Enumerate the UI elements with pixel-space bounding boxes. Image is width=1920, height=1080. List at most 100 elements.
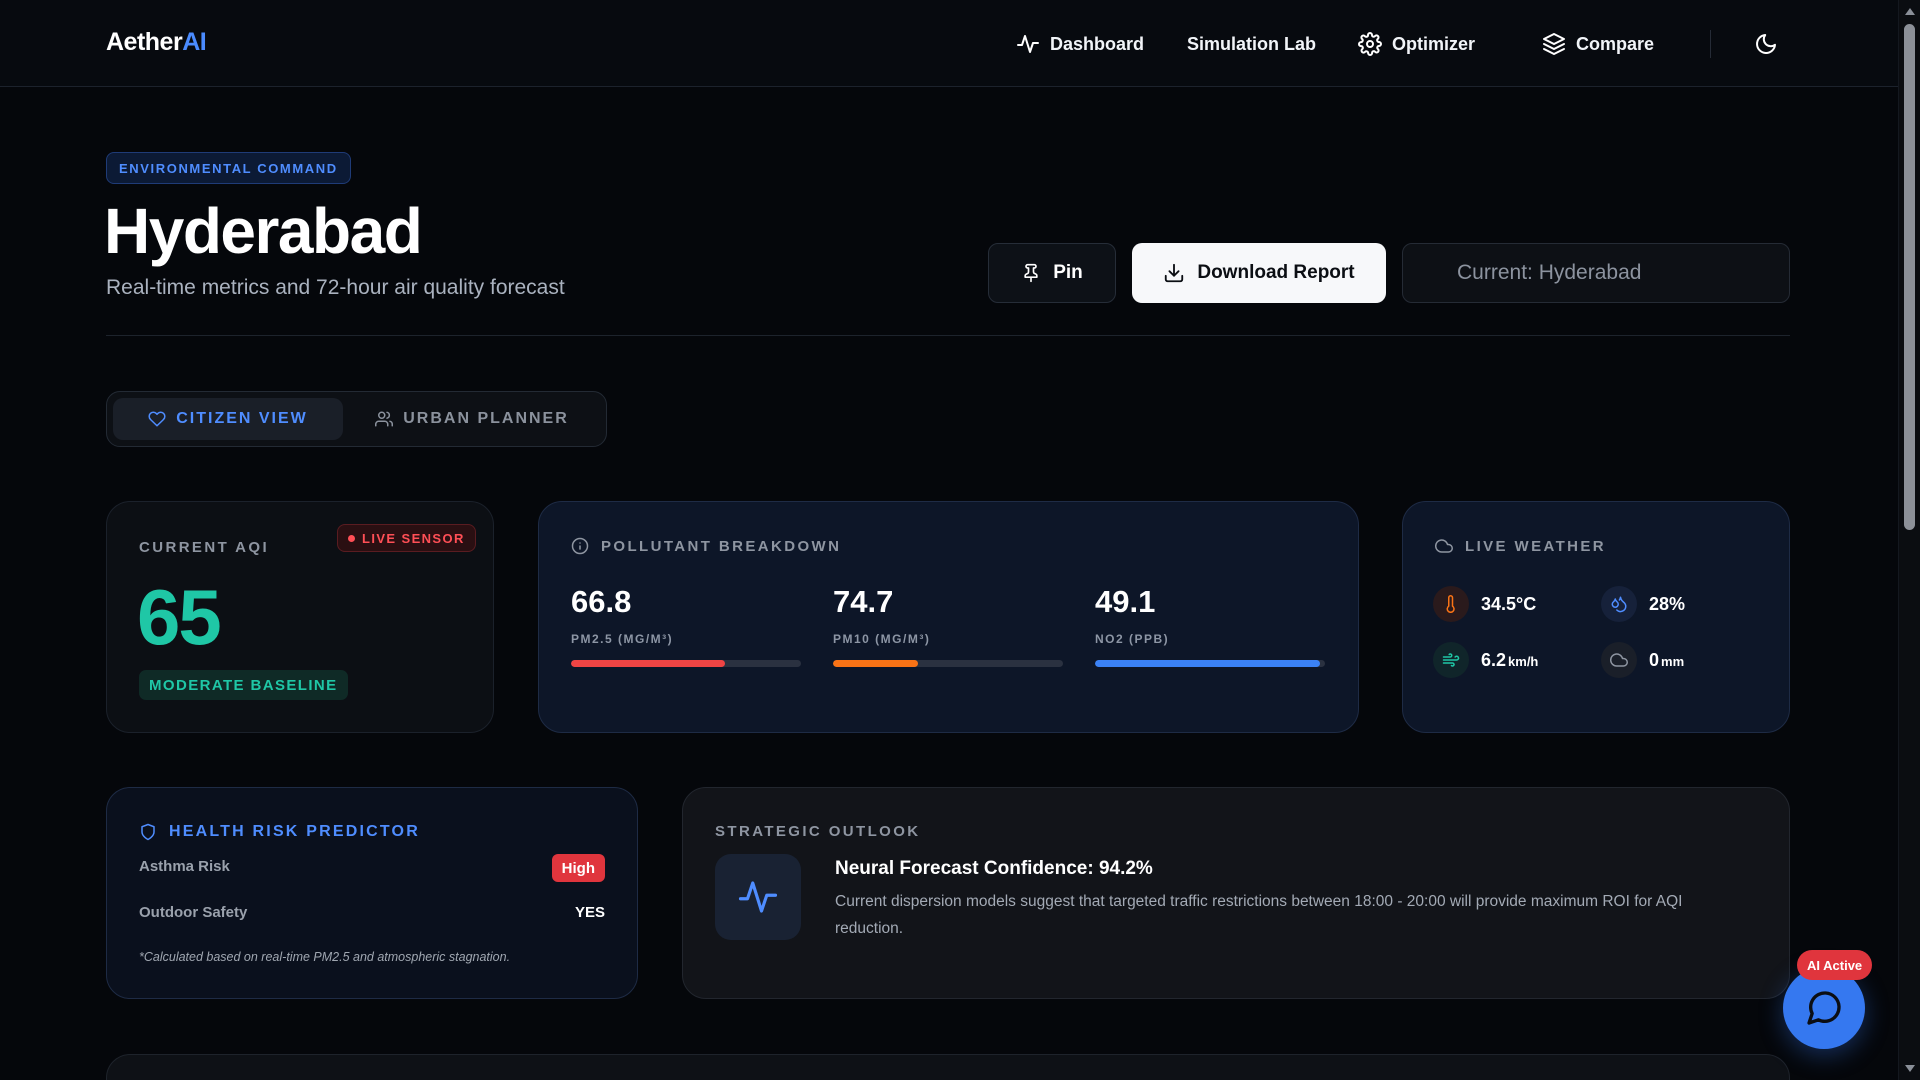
pm10-value: 74.7 [833,584,894,619]
pm25-unit: PM2.5 (MG/M³) [571,632,674,646]
tab-urban-planner[interactable]: URBAN PLANNER [357,398,587,440]
shield-icon [141,823,155,841]
scroll-up-arrow[interactable] [1905,8,1915,15]
live-dot-icon [348,534,355,542]
wind-unit: km/h [1508,653,1539,669]
nav-optimizer[interactable]: Optimizer [1358,30,1475,58]
no2-bar-fill [1095,660,1321,667]
pm25-value: 66.8 [571,584,632,619]
users-icon [375,411,394,427]
top-nav: AetherAI Dashboard Simulation Lab Optimi… [0,0,1898,87]
nav-simulation-label: Simulation Lab [1187,33,1317,54]
asthma-risk-label: Asthma Risk [139,858,230,875]
pin-label: Pin [1053,262,1083,283]
aqi-status-badge: MODERATE BASELINE [139,670,348,700]
info-icon [571,537,589,555]
weather-label: LIVE WEATHER [1465,537,1607,555]
nav-divider [1710,30,1711,58]
nav-optimizer-label: Optimizer [1392,33,1476,54]
logo-text: Aether [106,28,183,56]
nav-dashboard[interactable]: Dashboard [1016,30,1144,58]
live-sensor-label: LIVE SENSOR [362,530,465,546]
pollutant-breakdown-card: POLLUTANT BREAKDOWN 66.8 PM2.5 (MG/M³) 7… [538,501,1359,733]
pollutant-pm10: 74.7 PM10 (MG/M³) [833,584,1063,667]
download-icon [1165,263,1184,283]
thermometer-icon [1433,586,1469,622]
health-risk-card: HEALTH RISK PREDICTOR Asthma Risk High O… [106,787,638,999]
no2-unit: NO2 (PPB) [1095,632,1170,646]
aqi-value: 65 [137,573,222,661]
activity-icon [1017,35,1039,53]
tab-citizen-label: CITIZEN VIEW [176,410,308,427]
health-title: HEALTH RISK PREDICTOR [169,823,420,840]
weather-rain: 0 mm [1601,642,1684,678]
pm10-bar [833,660,1063,667]
view-toggle: CITIZEN VIEW URBAN PLANNER [106,391,607,447]
weather-humidity: 28% [1601,586,1685,622]
rain-unit: mm [1661,653,1685,669]
temperature-value: 34.5°C [1481,593,1537,614]
pollutant-no2: 49.1 NO2 (PPB) [1095,584,1325,667]
next-section-card [106,1054,1790,1080]
scroll-thumb[interactable] [1904,24,1915,530]
wind-value: 6.2 [1481,649,1507,670]
page-scrollbar[interactable] [1898,0,1920,1080]
page-title: Hyderabad [104,195,423,267]
pin-button[interactable]: Pin [988,243,1116,303]
section-badge: ENVIRONMENTAL COMMAND [106,152,351,184]
theme-toggle-button[interactable] [1752,30,1780,58]
pm25-bar-fill [571,660,726,667]
aqi-card: CURRENT AQI LIVE SENSOR 65 MODERATE BASE… [106,501,494,733]
no2-value: 49.1 [1095,584,1156,619]
pollutant-pm25: 66.8 PM2.5 (MG/M³) [571,584,801,667]
rain-value: 0 [1649,649,1660,670]
logo-accent: AI [182,28,207,56]
layers-icon [1543,33,1565,55]
droplets-icon [1601,586,1637,622]
pollutant-label: POLLUTANT BREAKDOWN [601,537,842,555]
download-report-button[interactable]: Download Report [1132,243,1386,303]
moon-icon [1756,34,1776,54]
outdoor-safety-value: YES [574,904,605,921]
health-footnote: *Calculated based on real-time PM2.5 and… [139,950,511,964]
download-label: Download Report [1197,262,1355,283]
weather-temperature: 34.5°C [1433,586,1536,622]
heart-icon [148,411,166,427]
pollutant-header: POLLUTANT BREAKDOWN [571,537,841,555]
pm10-bar-fill [833,660,919,667]
header-divider [106,335,1790,336]
app-logo[interactable]: AetherAI [106,28,207,57]
page-subtitle: Real-time metrics and 72-hour air qualit… [106,276,565,299]
nav-compare-label: Compare [1576,33,1655,54]
live-sensor-badge: LIVE SENSOR [337,524,476,552]
no2-bar [1095,660,1325,667]
pulse-icon [715,854,801,940]
live-weather-card: LIVE WEATHER 34.5°C 28% 6.2 km/h 0 mm [1402,501,1790,733]
cloud-rain-icon [1601,642,1637,678]
health-header: HEALTH RISK PREDICTOR [139,823,420,841]
aqi-label: CURRENT AQI [139,539,270,556]
gear-icon [1358,32,1382,56]
asthma-risk-badge: High [551,854,605,882]
nav-dashboard-label: Dashboard [1050,33,1145,54]
humidity-value: 28% [1649,593,1686,614]
nav-simulation-lab[interactable]: Simulation Lab [1187,30,1316,58]
nav-compare[interactable]: Compare [1542,30,1654,58]
pm25-bar [571,660,801,667]
pm10-unit: PM10 (MG/M³) [833,632,931,646]
city-search-input[interactable] [1402,243,1790,303]
outdoor-safety-label: Outdoor Safety [139,904,248,921]
message-circle-icon [1807,991,1841,1025]
cloud-icon [1435,539,1453,553]
outlook-text: Current dispersion models suggest that t… [835,893,1683,937]
wind-icon [1433,642,1469,678]
ai-active-badge: AI Active [1797,950,1873,980]
weather-header: LIVE WEATHER [1435,537,1606,555]
tab-citizen-view[interactable]: CITIZEN VIEW [113,398,343,440]
scroll-down-arrow[interactable] [1905,1065,1915,1072]
outlook-label: STRATEGIC OUTLOOK [715,823,921,840]
tab-planner-label: URBAN PLANNER [403,410,569,427]
strategic-outlook-card: STRATEGIC OUTLOOK Neural Forecast Confid… [682,787,1790,999]
outlook-title: Neural Forecast Confidence: 94.2% [835,858,1153,879]
weather-wind: 6.2 km/h [1433,642,1538,678]
